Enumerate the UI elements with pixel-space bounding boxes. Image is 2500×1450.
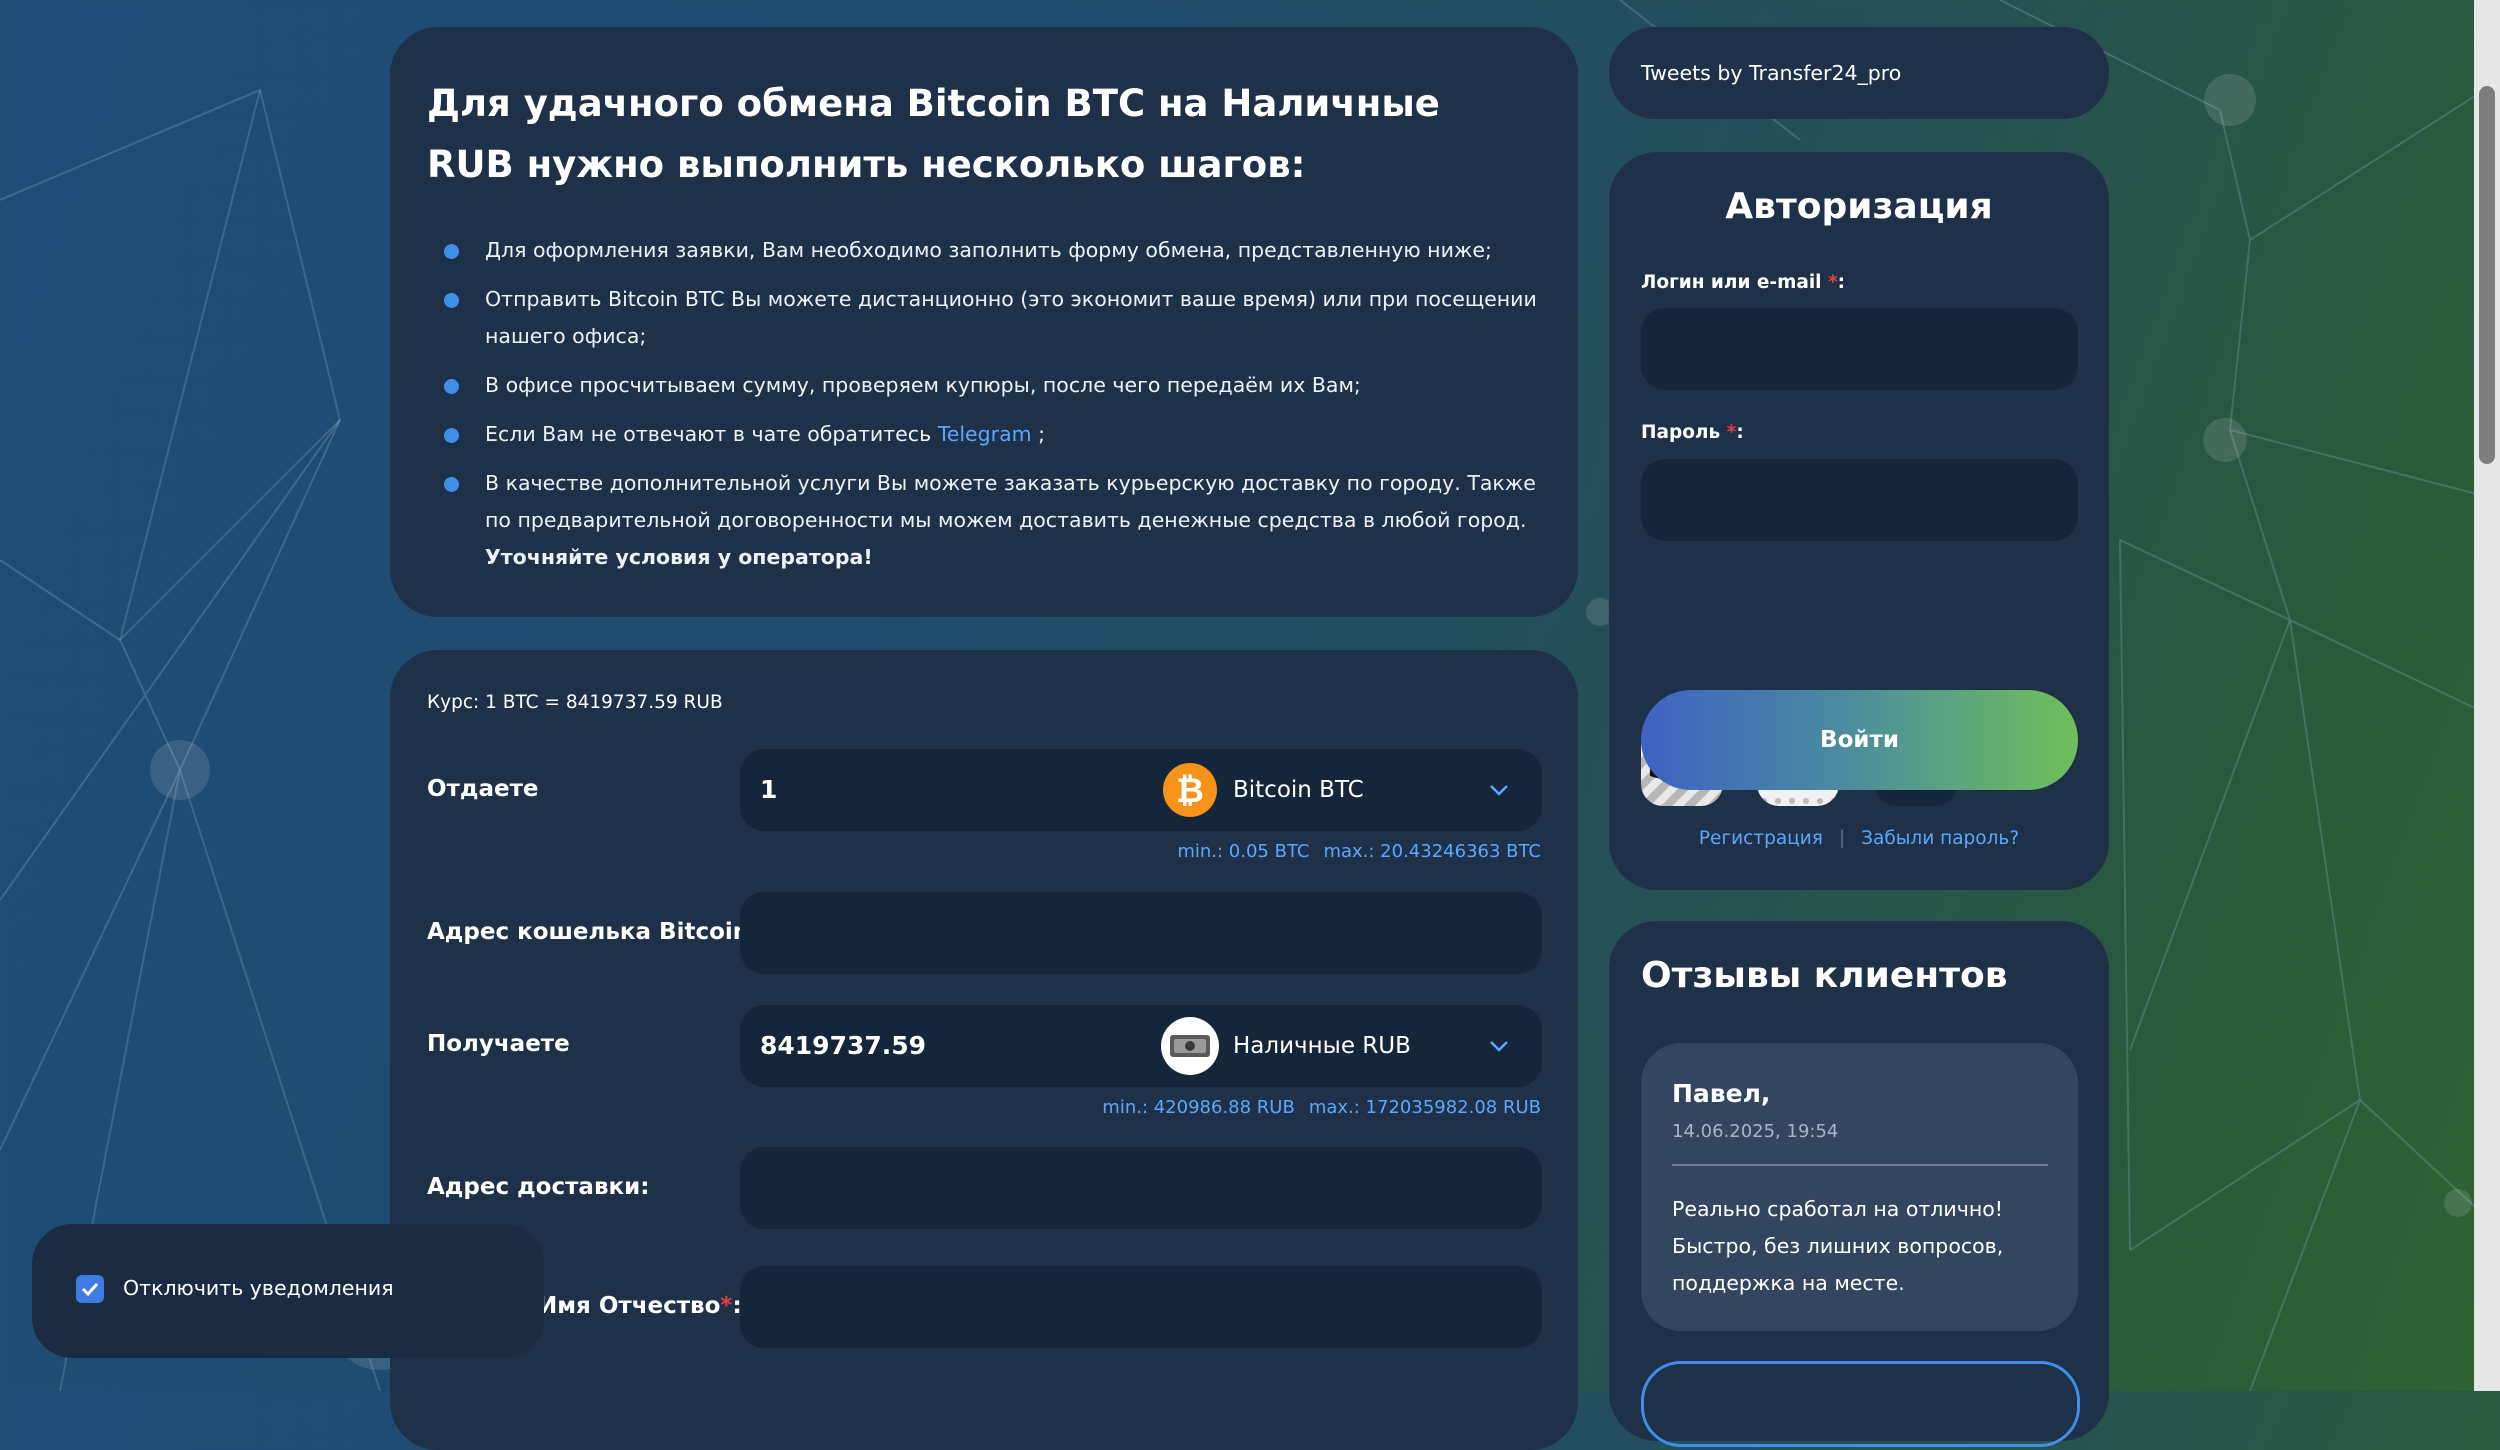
fio-input[interactable] [740, 1266, 1542, 1348]
step-item: В офисе просчитываем сумму, проверяем ку… [427, 367, 1537, 404]
get-max: max.: 172035982.08 RUB [1308, 1097, 1541, 1118]
login-label: Логин или e-mail *: [1641, 272, 1845, 293]
step-text: В качестве дополнительной услуги Вы може… [485, 471, 1536, 532]
chevron-down-icon[interactable] [1486, 777, 1512, 803]
step-item: Если Вам не отвечают в чате обратитесь T… [427, 416, 1537, 453]
review-item: Павел, 14.06.2025, 19:54 Реально сработа… [1641, 1043, 2078, 1331]
delivery-address-input[interactable] [740, 1147, 1542, 1229]
step-punct: ; [1038, 422, 1046, 446]
cash-rub-icon [1161, 1017, 1219, 1075]
get-label: Получаете [427, 1031, 570, 1057]
scrollbar-thumb[interactable] [2479, 86, 2495, 464]
step-item: В качестве дополнительной услуги Вы може… [427, 465, 1537, 576]
tweets-link[interactable]: Tweets by Transfer24_pro [1641, 27, 1901, 119]
step-item: Отправить Bitcoin BTC Вы можете дистанци… [427, 281, 1537, 355]
reviews-title: Отзывы клиентов [1641, 955, 2008, 996]
password-label: Пароль *: [1641, 422, 1744, 443]
link-separator: | [1838, 828, 1846, 849]
auth-title: Авторизация [1725, 186, 1993, 227]
get-min: min.: 420986.88 RUB [1102, 1097, 1295, 1118]
give-amount-field[interactable]: 1 ₿ Bitcoin BTC [740, 749, 1542, 831]
disable-notifications-checkbox[interactable] [76, 1275, 104, 1303]
disable-notifications-label[interactable]: Отключить уведомления [123, 1276, 394, 1300]
review-date: 14.06.2025, 19:54 [1672, 1121, 1839, 1142]
required-mark: * [1726, 422, 1737, 443]
password-input[interactable] [1641, 459, 2078, 541]
exchange-instructions-card: Для удачного обмена Bitcoin BTC на Налич… [390, 27, 1578, 617]
step-bold-note: Уточняйте условия у оператора! [485, 545, 873, 569]
give-currency-select[interactable]: Bitcoin BTC [1233, 749, 1364, 831]
wallet-address-input[interactable] [740, 892, 1542, 974]
get-amount-value[interactable]: 8419737.59 [760, 1005, 926, 1087]
wallet-label-text: Адрес кошелька Bitcoin [427, 919, 750, 945]
label-colon: : [1736, 422, 1744, 443]
required-mark: * [720, 1293, 733, 1319]
give-limits: min.: 0.05 BTC max.: 20.43246363 BTC [1177, 841, 1541, 862]
login-button[interactable]: Войти [1641, 690, 2078, 790]
exchange-form-card: Курс: 1 BTC = 8419737.59 RUB Отдаете 1 ₿… [390, 650, 1578, 1450]
step-text: Если Вам не отвечают в чате обратитесь [485, 422, 932, 446]
all-reviews-button[interactable] [1641, 1361, 2080, 1447]
steps-list: Для оформления заявки, Вам необходимо за… [427, 232, 1537, 588]
telegram-link[interactable]: Telegram [938, 422, 1032, 446]
review-author: Павел, [1672, 1079, 1771, 1108]
fio-label: Имя Отчество*: [538, 1293, 742, 1319]
give-min: min.: 0.05 BTC [1177, 841, 1310, 862]
page-scrollbar[interactable] [2474, 0, 2500, 1391]
svg-text:₿: ₿ [1176, 771, 1204, 811]
get-currency-select[interactable]: Наличные RUB [1233, 1005, 1411, 1087]
checkmark-icon [81, 1282, 99, 1297]
label-colon: : [1837, 272, 1846, 293]
give-label: Отдаете [427, 776, 539, 802]
review-divider [1672, 1164, 2048, 1166]
register-link[interactable]: Регистрация [1699, 828, 1823, 849]
password-label-text: Пароль [1641, 422, 1721, 443]
tweets-widget: Tweets by Transfer24_pro [1609, 27, 2109, 119]
step-item: Для оформления заявки, Вам необходимо за… [427, 232, 1537, 269]
reviews-card: Отзывы клиентов Павел, 14.06.2025, 19:54… [1609, 921, 2109, 1447]
get-amount-field[interactable]: 8419737.59 Наличные RUB [740, 1005, 1542, 1087]
wallet-label: Адрес кошелька Bitcoin*: [427, 919, 770, 945]
notifications-toggle-panel: Отключить уведомления [32, 1224, 544, 1358]
review-text: Реально сработал на отлично! Быстро, без… [1672, 1197, 2004, 1295]
login-label-text: Логин или e-mail [1641, 272, 1822, 293]
chevron-down-icon[interactable] [1486, 1033, 1512, 1059]
delivery-label: Адрес доставки: [427, 1174, 650, 1200]
auth-links: Регистрация | Забыли пароль? [1609, 828, 2109, 849]
exchange-rate: Курс: 1 BTC = 8419737.59 RUB [427, 692, 723, 713]
instructions-title: Для удачного обмена Bitcoin BTC на Налич… [427, 82, 1440, 186]
login-input[interactable] [1641, 308, 2078, 390]
get-limits: min.: 420986.88 RUB max.: 172035982.08 RU… [1102, 1097, 1541, 1118]
forgot-password-link[interactable]: Забыли пароль? [1861, 828, 2019, 849]
auth-card: Авторизация Логин или e-mail *: Пароль *… [1609, 152, 2109, 890]
bitcoin-icon: ₿ [1163, 763, 1217, 817]
fio-label-text: Имя Отчество [538, 1293, 721, 1319]
give-max: max.: 20.43246363 BTC [1323, 841, 1541, 862]
required-mark: * [1827, 272, 1838, 293]
give-amount-value[interactable]: 1 [760, 749, 777, 831]
